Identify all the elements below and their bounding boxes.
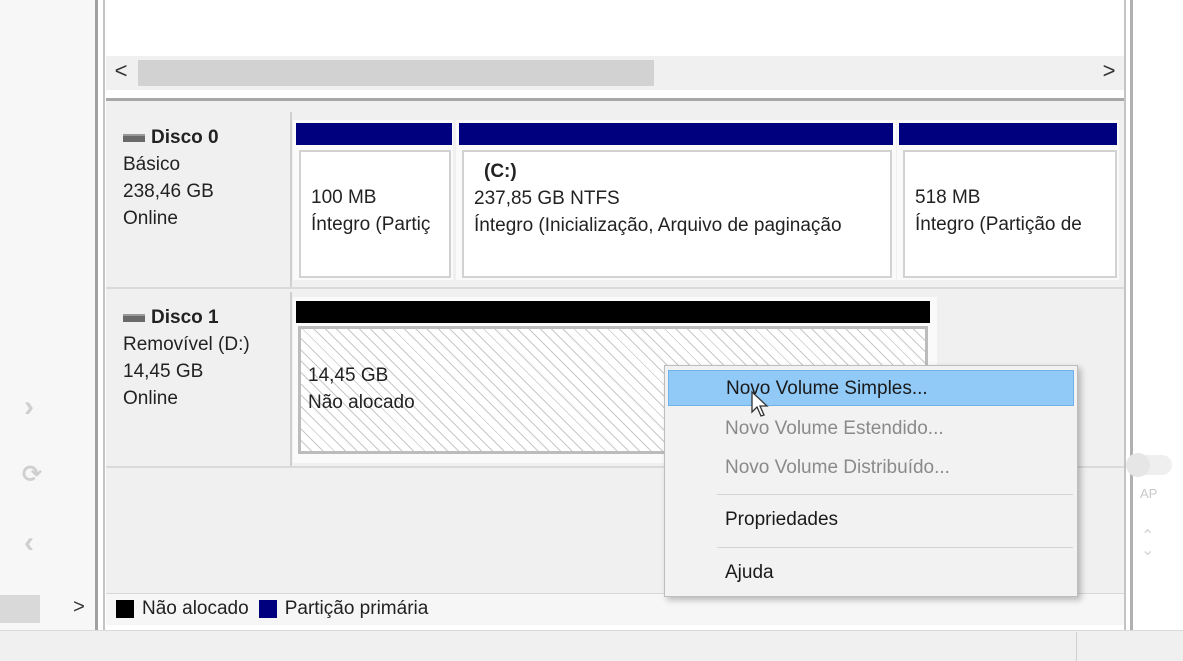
disk-1-size: 14,45 GB [123,361,204,382]
ap-label: AP [1140,486,1158,501]
chevron-right-icon[interactable]: › [24,390,34,424]
unallocated-size: 14,45 GB [308,365,389,386]
window-border-inner [103,0,105,630]
scroll-right-arrow[interactable]: > [1098,58,1120,88]
disk-icon [123,133,145,142]
partition-body[interactable]: 100 MB Íntegro (Partiç [299,150,451,278]
menu-item-new-spanned-volume[interactable]: Novo Volume Estendido... [668,411,1074,447]
disk-1-info[interactable]: Disco 1 Removível (D:) 14,45 GB Online [106,292,292,466]
context-menu: Novo Volume Simples... Novo Volume Esten… [664,365,1078,597]
legend-swatch-black [116,600,134,618]
legend-swatch-blue [258,600,277,618]
status-bar [0,630,1183,661]
menu-item-new-simple-volume[interactable]: Novo Volume Simples... [668,370,1074,406]
chevron-left-icon[interactable]: ‹ [24,526,34,560]
disk-0-type: Básico [123,154,181,175]
status-bar-divider [1076,632,1077,661]
legend-primary-partition: Partição primária [258,598,429,620]
menu-separator [717,547,1073,548]
left-side-panel [0,0,95,630]
toggle-knob[interactable] [1126,453,1150,477]
menu-item-properties[interactable]: Propriedades [668,502,1074,538]
window-border-right-inner [1124,0,1126,630]
disk-row-separator [106,287,1124,289]
partition-body[interactable]: (C:) 237,85 GB NTFS Íntegro (Inicializaç… [462,150,892,278]
disk-icon [123,313,145,322]
partition-size: 237,85 GB NTFS [474,188,620,209]
legend-bar: Não alocado Partição primária [106,593,1124,625]
scroll-left-arrow[interactable]: < [110,58,132,88]
partition-size: 100 MB [311,187,377,208]
unallocated-status: Não alocado [308,392,415,413]
mouse-cursor-icon [751,390,769,417]
partition-status: Íntegro (Partição de [915,214,1082,235]
legend-unallocated: Não alocado [106,598,249,620]
legend-label: Não alocado [142,598,249,619]
disk-1-type: Removível (D:) [123,334,250,355]
partition-body[interactable]: 518 MB Íntegro (Partição de [903,150,1117,278]
unallocated-label: 14,45 GB Não alocado [308,362,415,416]
menu-separator [717,494,1073,495]
refresh-icon[interactable]: ⟳ [22,460,42,489]
disk-1-name: Disco 1 [151,307,219,328]
legend-label: Partição primária [284,598,429,619]
partition-header [459,123,893,145]
disk-0-name: Disco 0 [151,127,219,148]
left-scroll-thumb[interactable] [0,595,40,623]
disk-0-status: Online [123,208,178,229]
partition-size: 518 MB [915,187,981,208]
left-scroll-arrow[interactable]: > [68,596,90,622]
partition-header [296,123,452,145]
menu-item-help[interactable]: Ajuda [668,555,1074,591]
disk-0-size: 238,46 GB [123,181,214,202]
up-down-icon[interactable]: ⌃ ⌄ [1141,529,1154,559]
partition-title: (C:) [484,161,517,182]
partition-status: Íntegro (Inicialização, Arquivo de pagin… [474,215,842,236]
window-border-left [95,0,98,630]
disk-1-status: Online [123,388,178,409]
disk-0-info[interactable]: Disco 0 Básico 238,46 GB Online [106,112,292,288]
volume-list-pane [106,0,1124,52]
menu-item-new-striped-volume[interactable]: Novo Volume Distribuído... [668,450,1074,486]
scroll-thumb[interactable] [138,60,654,86]
partition-header [899,123,1117,145]
partition-status: Íntegro (Partiç [311,214,431,235]
unallocated-header [296,301,930,323]
